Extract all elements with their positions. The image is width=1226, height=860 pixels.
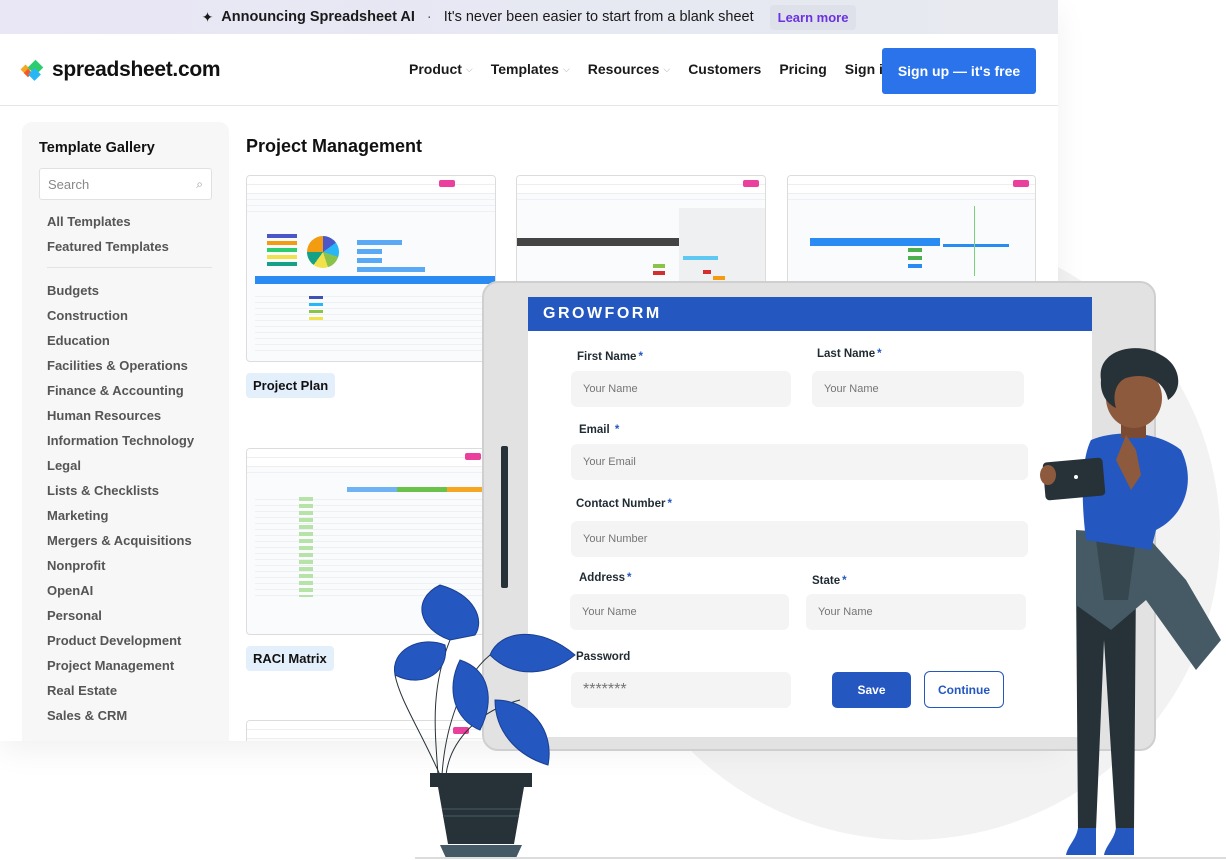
search-icon: ⌕ <box>196 176 203 191</box>
template-thumbnail-project-plan[interactable] <box>246 175 496 362</box>
sidebar-item-marketing[interactable]: Marketing <box>47 503 212 528</box>
mini-bar-chart <box>357 238 427 276</box>
announcement-title: Announcing Spreadsheet AI <box>221 9 415 25</box>
mini-pie-chart <box>307 236 339 268</box>
template-thumbnail-product-launch[interactable] <box>787 175 1036 285</box>
nav-customers[interactable]: Customers <box>688 61 761 77</box>
sidebar-divider <box>47 267 212 268</box>
last-name-label: Last Name * <box>817 348 882 360</box>
state-input[interactable] <box>806 594 1026 630</box>
sidebar-item-facilities-operations[interactable]: Facilities & Operations <box>47 353 212 378</box>
template-label-project-plan[interactable]: Project Plan <box>246 373 336 398</box>
form-brand: GROWFORM <box>528 297 1092 331</box>
nav-templates[interactable]: Templates ⌵ <box>491 61 570 77</box>
nav-product-label: Product <box>409 61 462 77</box>
save-button[interactable]: Save <box>832 672 911 708</box>
contact-number-label: Contact Number * <box>576 498 672 510</box>
plant-illustration <box>394 584 576 858</box>
sidebar-item-featured-templates[interactable]: Featured Templates <box>47 234 212 259</box>
last-name-input[interactable] <box>812 371 1024 407</box>
email-label: Email * <box>579 424 620 436</box>
sidebar-item-human-resources[interactable]: Human Resources <box>47 403 212 428</box>
announcement-message: It's never been easier to start from a b… <box>443 9 754 25</box>
state-label: State * <box>812 575 847 587</box>
growform-screen: GROWFORM <box>528 297 1092 737</box>
sidebar-item-all-templates[interactable]: All Templates <box>47 209 212 234</box>
floor-line <box>415 857 1226 859</box>
section-heading: Project Management <box>246 136 423 156</box>
sidebar-item-nonprofit[interactable]: Nonprofit <box>47 553 212 578</box>
mini-header-row <box>810 238 940 246</box>
nav-resources-label: Resources <box>587 61 660 77</box>
nav-templates-label: Templates <box>490 61 559 77</box>
search-placeholder: Search <box>48 176 90 192</box>
plant-leaves-icon <box>394 584 576 766</box>
nav-pricing[interactable]: Pricing <box>779 61 826 77</box>
sidebar-item-personal[interactable]: Personal <box>47 603 212 628</box>
template-label-raci-matrix[interactable]: RACI Matrix <box>246 646 334 671</box>
sidebar-item-real-estate[interactable]: Real Estate <box>47 678 212 703</box>
sidebar-top-items: All Templates Featured Templates <box>39 209 212 259</box>
address-input[interactable] <box>570 594 789 630</box>
nav-resources[interactable]: Resources ⌵ <box>588 61 670 77</box>
template-sidebar: Template Gallery Search ⌕ All Templates F… <box>22 122 229 741</box>
learn-more-link[interactable]: Learn more <box>769 4 857 30</box>
mini-rows <box>255 291 495 351</box>
first-name-input[interactable] <box>571 371 791 407</box>
person-illustration <box>1040 348 1221 855</box>
sidebar-item-openai[interactable]: OpenAI <box>47 578 212 603</box>
sidebar-item-lists-checklists[interactable]: Lists & Checklists <box>47 478 212 503</box>
sidebar-item-mergers-acquisitions[interactable]: Mergers & Acquisitions <box>47 528 212 553</box>
share-button-mini <box>743 180 759 187</box>
sidebar-title: Template Gallery <box>39 140 155 156</box>
sidebar-item-legal[interactable]: Legal <box>47 453 212 478</box>
brand-logo[interactable]: spreadsheet.com <box>20 58 221 82</box>
address-label: Address * <box>579 572 632 584</box>
chevron-down-icon: ⌵ <box>562 63 570 74</box>
top-nav: spreadsheet.com Product ⌵ Templates ⌵ Reso… <box>0 34 1058 106</box>
stage: ✦ Announcing Spreadsheet AI · It's never… <box>0 0 1226 860</box>
sparkle-icon: ✦ <box>201 8 214 25</box>
announcement-separator: · <box>426 9 432 25</box>
sidebar-item-product-development[interactable]: Product Development <box>47 628 212 653</box>
chevron-down-icon: ⌵ <box>465 63 473 74</box>
sign-up-button[interactable]: Sign up — it's free <box>882 48 1036 94</box>
contact-number-input[interactable] <box>571 521 1028 557</box>
continue-button[interactable]: Continue <box>924 671 1004 708</box>
mini-header-row <box>255 276 495 284</box>
brand-name: spreadsheet.com <box>52 58 221 81</box>
share-button-mini <box>465 453 481 460</box>
template-thumbnail-simple-gantt[interactable] <box>516 175 766 285</box>
password-label: Password <box>576 651 631 663</box>
nav-customers-label: Customers <box>688 61 762 77</box>
nav-links: Product ⌵ Templates ⌵ Resources ⌵ Customers… <box>409 61 909 77</box>
search-input[interactable]: Search ⌕ <box>39 168 212 200</box>
sidebar-item-project-management[interactable]: Project Management <box>47 653 212 678</box>
chevron-down-icon: ⌵ <box>663 63 671 74</box>
sidebar-categories: Budgets Construction Education Facilities &… <box>39 278 212 728</box>
announcement-bar: ✦ Announcing Spreadsheet AI · It's never… <box>0 0 1058 34</box>
plant-pot-icon <box>430 773 532 858</box>
email-input[interactable] <box>571 444 1028 480</box>
person-head-icon <box>1100 348 1179 438</box>
logo-icon <box>20 59 46 81</box>
sidebar-item-budgets[interactable]: Budgets <box>47 278 212 303</box>
tablet-side-button <box>501 446 508 588</box>
sidebar-item-information-technology[interactable]: Information Technology <box>47 428 212 453</box>
first-name-label: First Name * <box>577 351 643 363</box>
nav-product[interactable]: Product ⌵ <box>409 61 473 77</box>
sidebar-item-sales-crm[interactable]: Sales & CRM <box>47 703 212 728</box>
share-button-mini <box>439 180 455 187</box>
password-input[interactable] <box>571 672 791 708</box>
sidebar-item-education[interactable]: Education <box>47 328 212 353</box>
sidebar-item-finance-accounting[interactable]: Finance & Accounting <box>47 378 212 403</box>
share-button-mini <box>1013 180 1029 187</box>
sidebar-item-construction[interactable]: Construction <box>47 303 212 328</box>
nav-pricing-label: Pricing <box>779 61 827 77</box>
